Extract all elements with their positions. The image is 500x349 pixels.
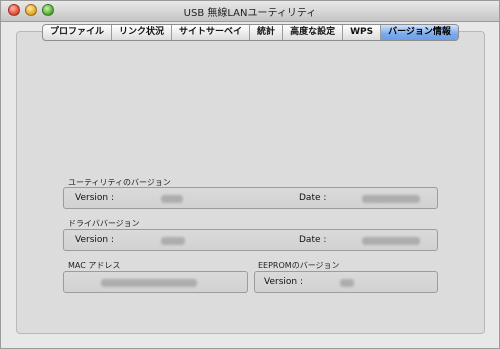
mac-address-group-label: MAC アドレス [68, 261, 121, 270]
window-title: USB 無線LANユーティリティ [183, 8, 317, 19]
eeprom-version-label: Version : [264, 277, 303, 287]
utility-date-label: Date : [299, 193, 327, 203]
tab-version-info[interactable]: バージョン情報 [381, 25, 458, 40]
driver-version-group-label: ドライババージョン [68, 219, 140, 228]
utility-version-label: Version : [75, 193, 114, 203]
mac-address-box [63, 271, 248, 293]
tab-profile[interactable]: プロファイル [43, 25, 113, 40]
tab-site-survey[interactable]: サイトサーベイ [172, 25, 251, 40]
mac-address-value-redacted [101, 279, 197, 287]
utility-version-box: Version : Date : [63, 187, 438, 209]
tab-wps[interactable]: WPS [343, 25, 382, 40]
title-bar: USB 無線LANユーティリティ [1, 1, 499, 22]
tab-statistics[interactable]: 統計 [250, 25, 284, 40]
driver-date-value-redacted [362, 237, 420, 245]
driver-version-value-redacted [161, 237, 185, 245]
utility-version-value-redacted [161, 195, 183, 203]
app-window: USB 無線LANユーティリティ プロファイル リンク状況 サイトサーベイ 統計… [0, 0, 500, 349]
driver-version-label: Version : [75, 235, 114, 245]
eeprom-version-value-redacted [340, 279, 354, 287]
utility-date-value-redacted [362, 195, 420, 203]
driver-version-box: Version : Date : [63, 229, 438, 251]
tab-bar: プロファイル リンク状況 サイトサーベイ 統計 高度な設定 WPS バージョン情… [42, 24, 459, 41]
driver-date-label: Date : [299, 235, 327, 245]
eeprom-version-box: Version : [254, 271, 438, 293]
eeprom-version-group-label: EEPROMのバージョン [258, 261, 340, 270]
tab-link-status[interactable]: リンク状況 [112, 25, 173, 40]
tab-advanced-settings[interactable]: 高度な設定 [283, 25, 344, 40]
